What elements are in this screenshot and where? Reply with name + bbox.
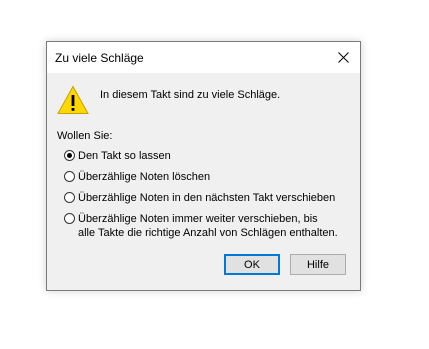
help-button[interactable]: Hilfe: [290, 254, 346, 275]
radio-button[interactable]: [64, 171, 75, 182]
dialog-message: In diesem Takt sind zu viele Schläge.: [100, 89, 281, 101]
option-move-to-next[interactable]: Überzählige Noten in den nächsten Takt v…: [64, 191, 335, 205]
option-label: Überzählige Noten immer weiter verschieb…: [78, 212, 338, 240]
option-delete-notes[interactable]: Überzählige Noten löschen: [64, 170, 210, 184]
close-button[interactable]: [326, 42, 360, 73]
warning-icon: [57, 85, 89, 114]
dialog-window: Zu viele Schläge In diesem Takt sind zu …: [46, 41, 361, 291]
radio-button-selected[interactable]: [64, 150, 75, 161]
option-label: Den Takt so lassen: [78, 150, 171, 162]
title-bar: Zu viele Schläge: [47, 42, 360, 73]
option-label: Überzählige Noten löschen: [78, 171, 211, 183]
option-label: Überzählige Noten in den nächsten Takt v…: [78, 192, 336, 204]
dialog-title: Zu viele Schläge: [55, 51, 144, 65]
ok-button[interactable]: OK: [224, 254, 280, 275]
close-icon: [337, 52, 349, 63]
option-label-line2: alle Takte die richtige Anzahl von Schlä…: [78, 227, 338, 239]
option-label-line1: Überzählige Noten immer weiter verschieb…: [78, 213, 318, 225]
option-keep-measure[interactable]: Den Takt so lassen: [64, 149, 171, 163]
option-move-all[interactable]: Überzählige Noten immer weiter verschieb…: [64, 212, 338, 240]
options-prompt: Wollen Sie:: [57, 130, 113, 142]
radio-button[interactable]: [64, 213, 75, 224]
radio-button[interactable]: [64, 192, 75, 203]
